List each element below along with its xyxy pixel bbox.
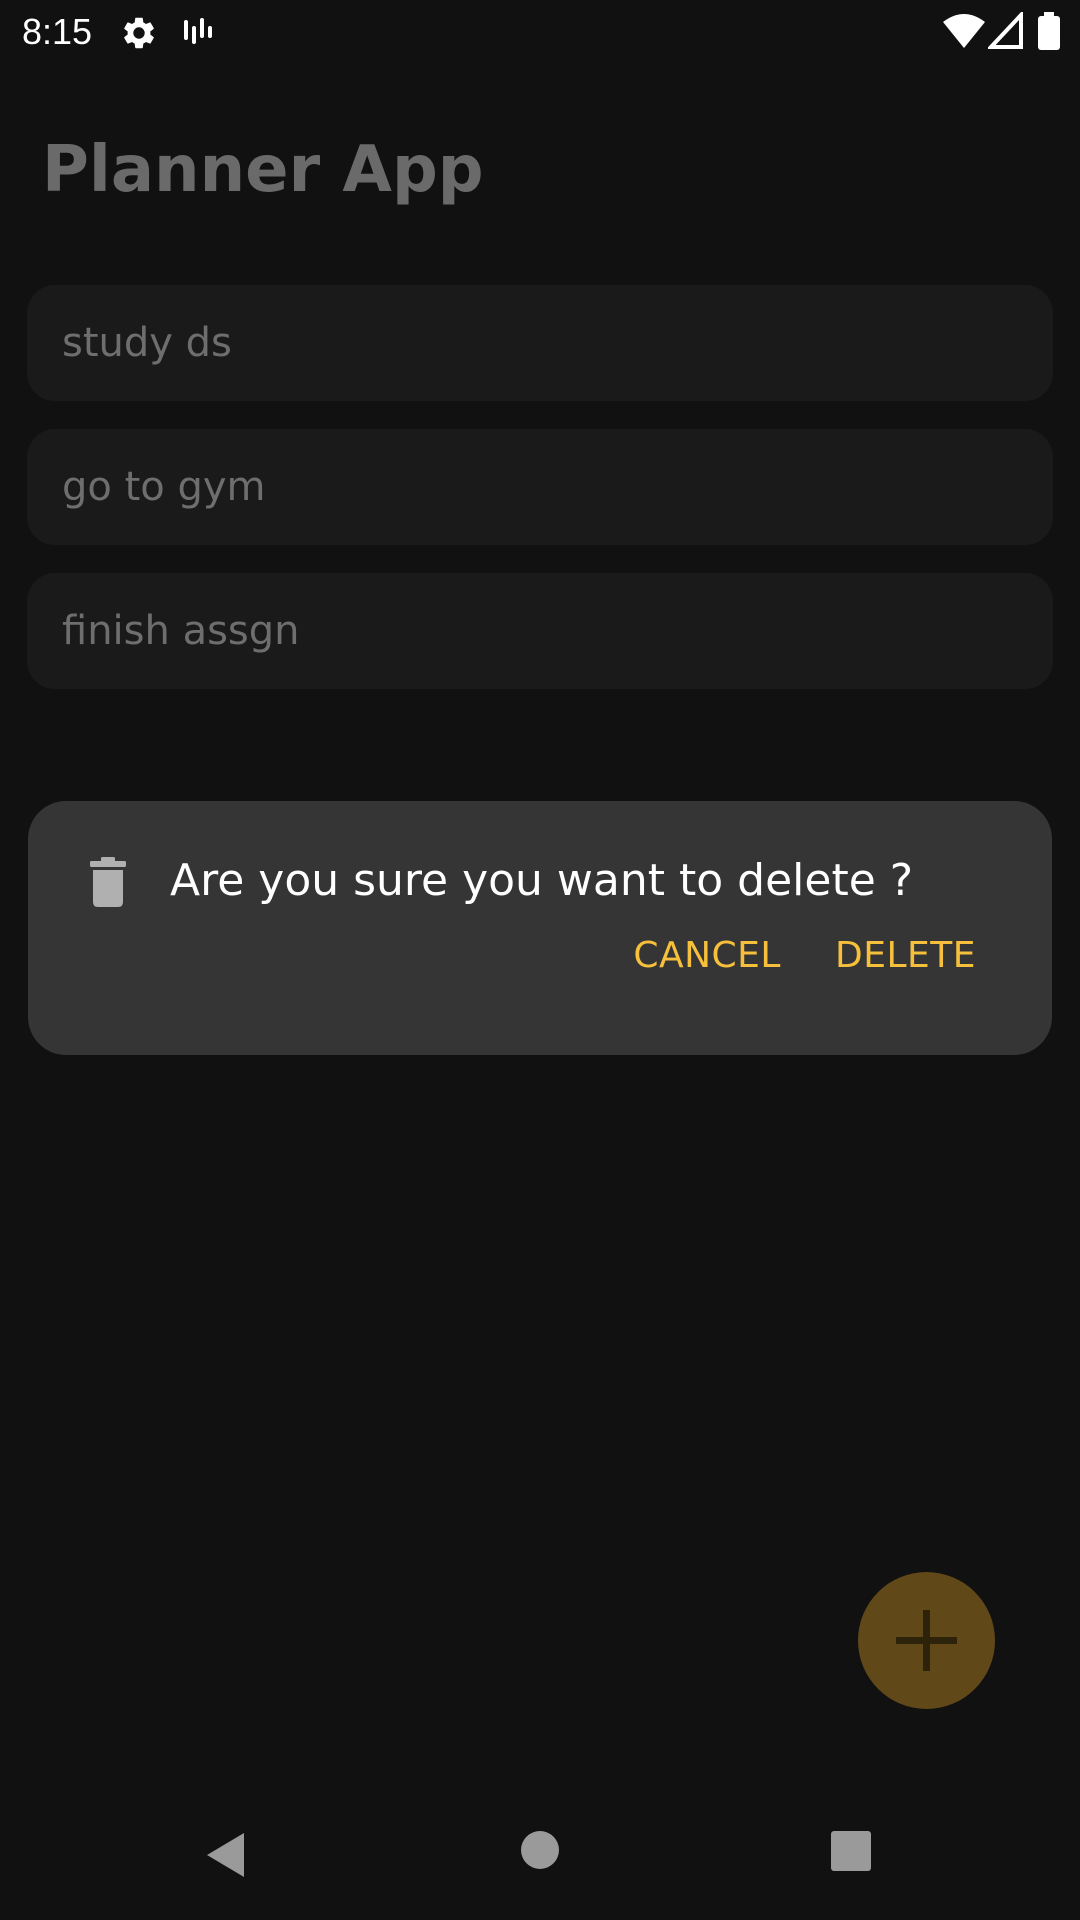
list-item[interactable]: finish assgn	[27, 573, 1053, 689]
home-icon[interactable]	[520, 1830, 580, 1890]
signal-bars-icon	[182, 16, 214, 52]
status-bar: 8:15	[0, 0, 1080, 64]
gear-icon	[120, 14, 158, 56]
add-task-button[interactable]	[858, 1572, 995, 1709]
recents-icon[interactable]	[830, 1830, 890, 1890]
status-time: 8:15	[22, 11, 93, 52]
task-label: study ds	[62, 320, 232, 366]
back-icon[interactable]	[204, 1830, 264, 1890]
screen: 8:15 Planner App study ds go to gym fini…	[0, 0, 1080, 1920]
dialog-message: Are you sure you want to delete ?	[170, 855, 914, 906]
cell-signal-icon	[986, 9, 1024, 54]
list-item[interactable]: go to gym	[27, 429, 1053, 545]
page-title: Planner App	[42, 133, 484, 207]
task-label: go to gym	[62, 464, 266, 510]
system-nav-bar	[0, 1800, 1080, 1920]
task-label: finish assgn	[62, 608, 300, 654]
battery-icon	[1038, 12, 1060, 54]
list-item[interactable]: study ds	[27, 285, 1053, 401]
dialog-actions: CANCEL DELETE	[633, 931, 976, 981]
plus-icon	[896, 1610, 957, 1671]
wifi-icon	[942, 12, 986, 54]
delete-confirm-dialog: Are you sure you want to delete ? CANCEL…	[28, 801, 1052, 1055]
cancel-button[interactable]: CANCEL	[633, 931, 781, 981]
task-list: study ds go to gym finish assgn	[27, 285, 1053, 717]
delete-button[interactable]: DELETE	[835, 931, 976, 981]
trash-icon	[88, 857, 128, 907]
